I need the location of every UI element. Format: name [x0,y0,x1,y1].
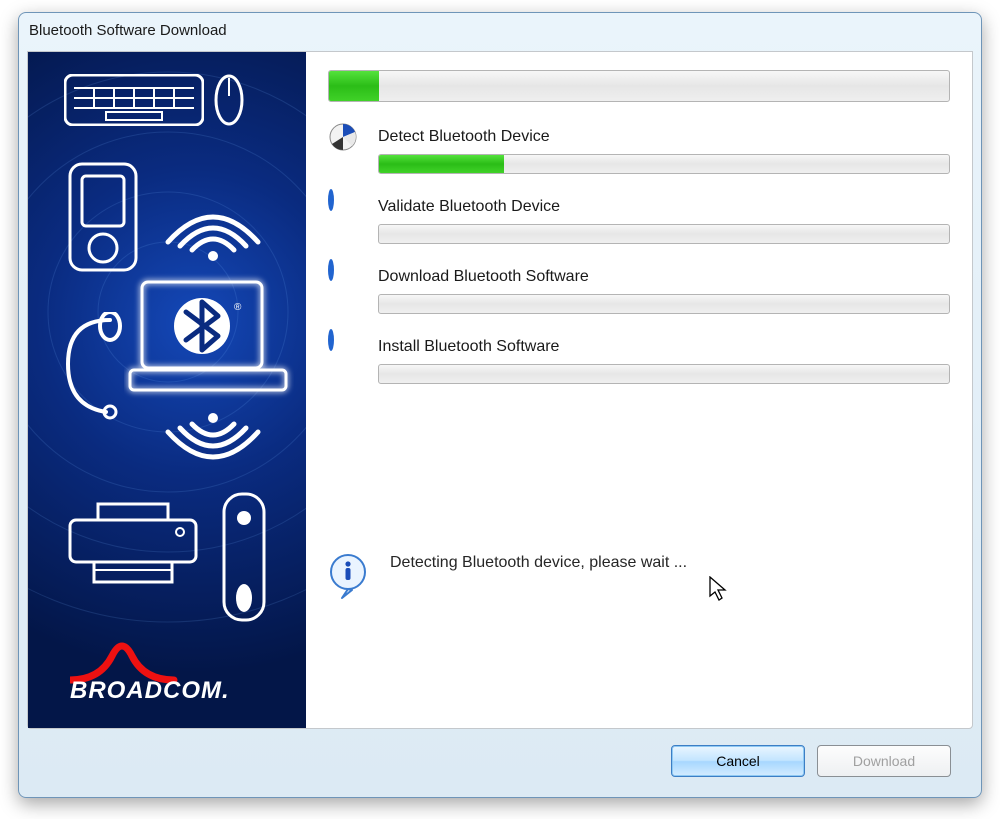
printer-icon [68,502,198,592]
overall-progress-bar [328,70,950,102]
window-title: Bluetooth Software Download [29,22,227,39]
step-label: Detect Bluetooth Device [378,128,950,146]
broadcom-logo-icon: BROADCOM. [70,632,280,702]
overall-progress-fill [329,71,379,101]
footer: Cancel Download [27,733,973,789]
window-body: ® [27,51,973,729]
status-text: Detecting Bluetooth device, please wait … [390,554,687,572]
status-row: Detecting Bluetooth device, please wait … [328,554,950,600]
step-row: Download Bluetooth Software [328,264,950,324]
step-label: Install Bluetooth Software [378,338,950,356]
headset-icon [60,312,130,422]
step-progress-bar [378,154,950,174]
pending-step-icon [328,262,358,292]
svg-text:®: ® [234,302,242,313]
phone-icon [68,162,138,272]
step-progress-bar [378,224,950,244]
laptop-bluetooth-icon: ® [124,272,294,412]
keyboard-icon [64,74,204,126]
mouse-icon [214,74,244,126]
step-label: Download Bluetooth Software [378,268,950,286]
step-progress-bar [378,364,950,384]
pie-progress-icon [328,122,358,152]
pending-step-icon [328,332,358,362]
wifi-top-icon [158,182,268,262]
step-progress-bar [378,294,950,314]
left-art-panel: ® [28,52,306,728]
info-icon [328,554,368,600]
remote-icon [222,492,266,622]
step-progress-fill [379,155,504,173]
titlebar[interactable]: Bluetooth Software Download [19,13,981,47]
step-row: Validate Bluetooth Device [328,194,950,254]
download-button: Download [817,745,951,777]
step-row: Install Bluetooth Software [328,334,950,394]
svg-text:BROADCOM.: BROADCOM. [70,677,230,702]
pending-step-icon [328,192,358,222]
right-panel: Detect Bluetooth Device Validate Bluetoo… [306,52,972,728]
step-row: Detect Bluetooth Device [328,124,950,184]
cancel-button[interactable]: Cancel [671,745,805,777]
bluetooth-download-window: Bluetooth Software Download [18,12,982,798]
step-label: Validate Bluetooth Device [378,198,950,216]
wifi-bottom-icon [158,412,268,492]
